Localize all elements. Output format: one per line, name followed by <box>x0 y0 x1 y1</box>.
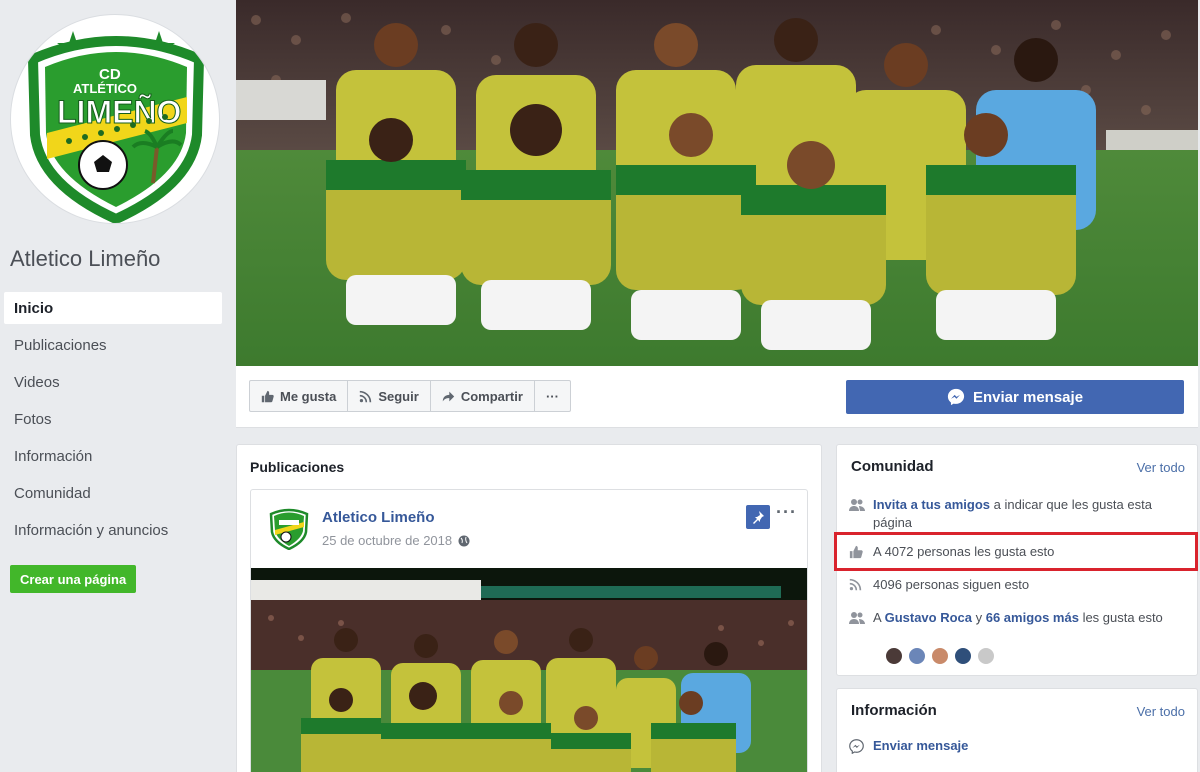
cover-photo[interactable] <box>236 0 1198 366</box>
share-arrow-icon <box>442 391 454 401</box>
page-likes-row: A 4072 personas les gusta esto <box>849 543 1189 561</box>
nav-item-inicio[interactable]: Inicio <box>4 292 222 324</box>
community-title: Comunidad <box>851 458 934 475</box>
page-profile-logo[interactable]: CD ATLÉTICO LIMEÑO <box>10 14 220 224</box>
nav-item-informacion-anuncios[interactable]: Información y anuncios <box>4 514 222 546</box>
thumbs-up-icon <box>261 390 274 402</box>
info-send-message-row: Enviar mensaje <box>849 737 1189 755</box>
post-author-avatar[interactable] <box>267 506 311 551</box>
rss-follow-icon <box>360 390 372 402</box>
left-sidebar: CD ATLÉTICO LIMEÑO Atletico Limeño Inici… <box>0 0 234 772</box>
more-label: ··· <box>545 388 559 404</box>
community-see-all-link[interactable]: Ver todo <box>1137 460 1185 475</box>
posts-panel: Publicaciones Atletico Limeño 25 de octu… <box>236 444 822 772</box>
like-label: Me gusta <box>280 388 337 404</box>
friends-icon <box>849 612 865 624</box>
page-likes-text[interactable]: A 4072 personas les gusta esto <box>873 543 1054 561</box>
nav-item-informacion[interactable]: Información <box>4 440 222 472</box>
posts-section-title: Publicaciones <box>250 459 345 475</box>
like-page-button[interactable]: Me gusta <box>249 380 349 412</box>
post-date-text: 25 de octubre de 2018 <box>322 533 453 548</box>
share-button[interactable]: Compartir <box>429 380 535 412</box>
friend-avatar[interactable] <box>954 647 972 665</box>
friend-name-link[interactable]: Gustavo Roca <box>885 610 972 625</box>
invite-friends-row: Invita a tus amigos a indicar que les gu… <box>849 496 1189 532</box>
invite-friends-link[interactable]: Invita a tus amigos <box>873 497 990 512</box>
thumbs-up-icon <box>849 545 863 559</box>
more-options-button[interactable]: ··· <box>533 380 571 412</box>
nav-item-fotos[interactable]: Fotos <box>4 403 222 435</box>
friends-like-row: A Gustavo Roca y 66 amigos más les gusta… <box>849 609 1189 627</box>
info-send-message-link[interactable]: Enviar mensaje <box>873 737 968 755</box>
page-name: Atletico Limeño <box>10 246 161 271</box>
page-followers-text[interactable]: 4096 personas siguen esto <box>873 576 1029 594</box>
friends-connector: y <box>972 610 986 625</box>
nav-item-comunidad[interactable]: Comunidad <box>4 477 222 509</box>
info-see-all-link[interactable]: Ver todo <box>1137 704 1185 719</box>
pinned-post-icon <box>746 505 770 529</box>
create-page-button[interactable]: Crear una página <box>10 565 137 593</box>
nav-item-videos[interactable]: Videos <box>4 366 222 398</box>
share-label: Compartir <box>460 388 523 404</box>
send-message-label: Enviar mensaje <box>972 388 1084 406</box>
svg-text:LIMEÑO: LIMEÑO <box>57 94 181 130</box>
follow-button[interactable]: Seguir <box>347 380 431 412</box>
follow-label: Seguir <box>378 388 419 404</box>
community-panel: Comunidad Ver todo Invita a tus amigos a… <box>836 444 1198 676</box>
more-friends-link[interactable]: 66 amigos más <box>986 610 1079 625</box>
post-options-icon[interactable]: ··· <box>776 502 797 523</box>
send-message-button[interactable]: Enviar mensaje <box>846 380 1184 414</box>
page-followers-row: 4096 personas siguen esto <box>849 576 1189 594</box>
friend-avatar[interactable] <box>908 647 926 665</box>
messenger-icon <box>947 388 965 406</box>
invite-friends-icon <box>849 499 865 511</box>
globe-icon <box>458 535 470 546</box>
friend-avatar[interactable] <box>885 647 903 665</box>
page-action-bar: Me gusta Seguir Compartir ··· Enviar men… <box>236 366 1198 428</box>
friend-avatars <box>885 647 995 665</box>
rss-follow-icon <box>849 578 862 591</box>
post-photo[interactable] <box>251 568 807 772</box>
page-nav: Inicio Publicaciones Videos Fotos Inform… <box>4 292 222 551</box>
post-author-name[interactable]: Atletico Limeño <box>322 509 435 526</box>
friend-avatar[interactable] <box>931 647 949 665</box>
friend-avatar[interactable] <box>977 647 995 665</box>
nav-item-publicaciones[interactable]: Publicaciones <box>4 329 222 361</box>
friends-prefix: A <box>873 610 885 625</box>
friends-suffix: les gusta esto <box>1078 610 1163 625</box>
info-title: Información <box>851 702 937 719</box>
action-button-group: Me gusta Seguir Compartir ··· <box>249 380 571 412</box>
info-panel: Información Ver todo Enviar mensaje <box>836 688 1198 772</box>
pinned-post: Atletico Limeño 25 de octubre de 2018 ··… <box>250 489 808 772</box>
messenger-icon <box>849 739 864 754</box>
post-timestamp[interactable]: 25 de octubre de 2018 <box>322 533 470 548</box>
